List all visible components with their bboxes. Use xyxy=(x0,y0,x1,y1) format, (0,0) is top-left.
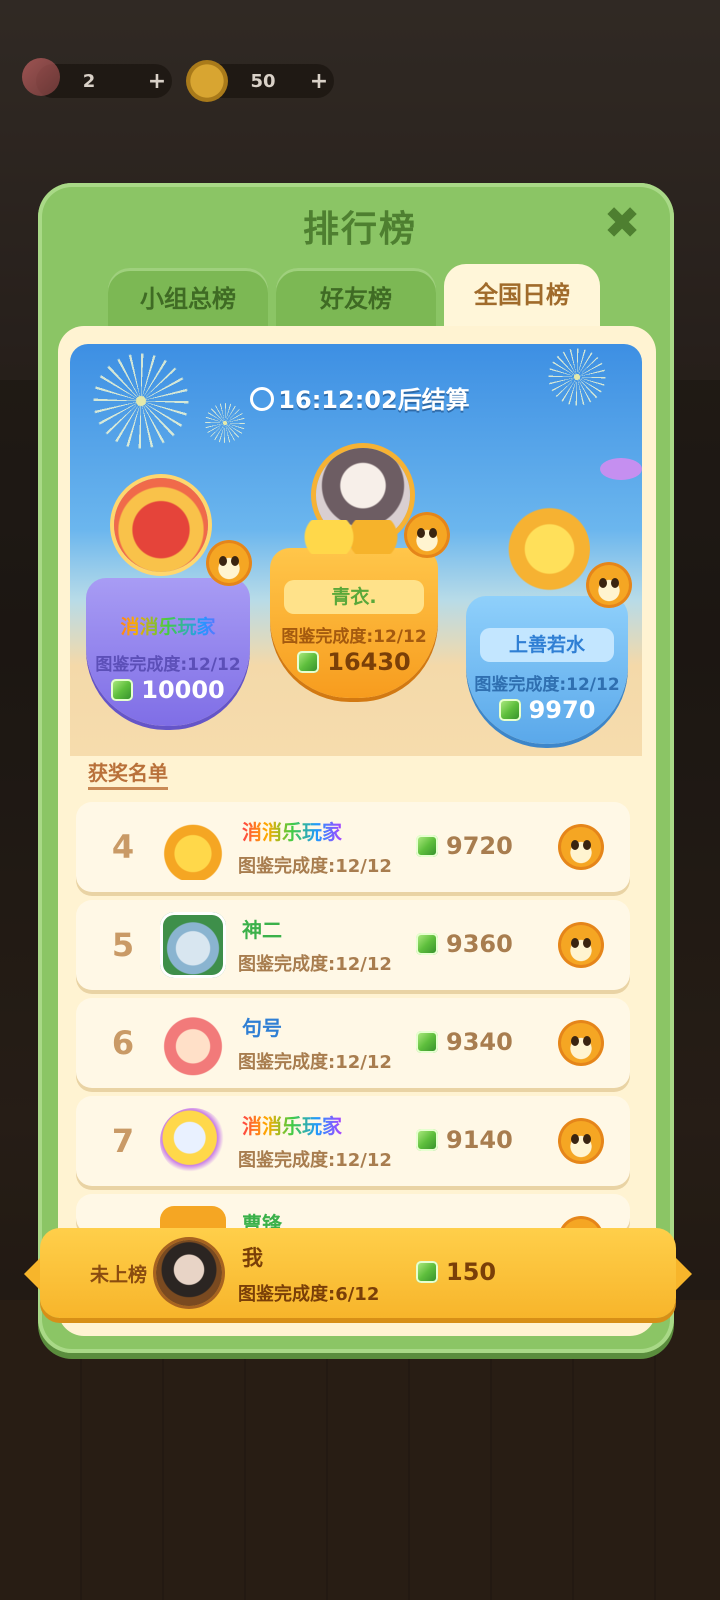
balloon-decoration xyxy=(600,458,642,480)
gem-icon xyxy=(416,1129,438,1151)
row-rank: 5 xyxy=(111,926,135,964)
tiger-badge-icon xyxy=(404,512,450,558)
tab-friends[interactable]: 好友榜 xyxy=(276,268,436,328)
gem-icon xyxy=(416,933,438,955)
my-rank-bar[interactable]: 未上榜 我 图鉴完成度:6/12 150 xyxy=(40,1228,676,1318)
coin-icon xyxy=(186,60,228,102)
podium-first-score-line: 16430 xyxy=(270,648,438,676)
close-icon[interactable]: ✖ xyxy=(600,202,644,246)
rocket-icon xyxy=(22,58,60,96)
gem-icon xyxy=(498,699,521,721)
row-score: 9720 xyxy=(446,832,513,860)
tiger-badge-icon xyxy=(558,922,604,968)
ranking-row[interactable]: 4 消消乐玩家 图鉴完成度:12/12 9720 xyxy=(76,802,630,892)
gem-icon xyxy=(416,1031,438,1053)
podium-third-progress: 图鉴完成度:12/12 xyxy=(474,675,620,695)
row-score: 9340 xyxy=(446,1028,513,1056)
podium-second[interactable]: 消消乐玩家 图鉴完成度:12/12 10000 xyxy=(86,578,250,726)
row-name: 消消乐玩家 xyxy=(242,1110,342,1139)
row-name: 句号 xyxy=(242,1016,282,1040)
tab-national-daily[interactable]: 全国日榜 xyxy=(444,264,600,334)
tiger-badge-icon xyxy=(586,562,632,608)
gem-icon xyxy=(297,651,320,673)
tiger-badge-icon xyxy=(558,1020,604,1066)
row-score-line: 9360 xyxy=(416,930,513,958)
timer-text: 16:12:02后结算 xyxy=(278,386,470,414)
tab-group-total[interactable]: 小组总榜 xyxy=(108,268,268,328)
podium-first[interactable]: 青衣. 图鉴完成度:12/12 16430 xyxy=(270,548,438,698)
podium-first-score: 16430 xyxy=(327,648,411,676)
gem-icon xyxy=(416,1261,438,1283)
my-score-line: 150 xyxy=(416,1258,496,1286)
podium-first-name: 青衣. xyxy=(284,580,424,614)
winners-list-label: 获奖名单 xyxy=(88,757,168,790)
podium-first-progress: 图鉴完成度:12/12 xyxy=(281,627,427,647)
ranking-row[interactable]: 7 消消乐玩家 图鉴完成度:12/12 9140 xyxy=(76,1096,630,1186)
row-name: 神二 xyxy=(242,918,282,942)
row-avatar xyxy=(160,912,226,978)
add-coin-button[interactable]: + xyxy=(304,69,334,94)
tiger-badge-icon xyxy=(558,1118,604,1164)
settlement-timer: 16:12:02后结算 xyxy=(0,380,720,415)
my-avatar xyxy=(156,1240,222,1306)
gold-coins-decoration xyxy=(296,520,406,554)
row-progress: 图鉴完成度:12/12 xyxy=(238,1052,392,1073)
podium-second-name: 消消乐玩家 xyxy=(100,610,236,644)
row-progress: 图鉴完成度:12/12 xyxy=(238,954,392,975)
tiger-badge-icon xyxy=(206,540,252,586)
podium-second-avatar xyxy=(114,478,208,572)
ranking-row[interactable]: 6 句号 图鉴完成度:12/12 9340 xyxy=(76,998,630,1088)
row-rank: 4 xyxy=(111,828,135,866)
row-name: 消消乐玩家 xyxy=(242,816,342,845)
row-score: 9360 xyxy=(446,930,513,958)
tiger-badge-icon xyxy=(558,824,604,870)
row-progress: 图鉴完成度:12/12 xyxy=(238,856,392,877)
row-avatar xyxy=(160,1108,226,1174)
gem-icon xyxy=(111,679,134,701)
row-avatar xyxy=(160,814,226,880)
podium-third-score: 9970 xyxy=(528,696,596,724)
add-ticket-button[interactable]: + xyxy=(142,69,172,94)
podium-third-name: 上善若水 xyxy=(480,628,614,662)
podium-second-score-line: 10000 xyxy=(86,676,250,704)
row-score-line: 9140 xyxy=(416,1126,513,1154)
row-score-line: 9720 xyxy=(416,832,513,860)
my-score: 150 xyxy=(446,1258,497,1286)
podium-third[interactable]: 上善若水 图鉴完成度:12/12 9970 xyxy=(466,596,628,744)
row-score: 9140 xyxy=(446,1126,513,1154)
gem-icon xyxy=(416,835,438,857)
podium-second-progress: 图鉴完成度:12/12 xyxy=(95,655,241,675)
my-name: 我 xyxy=(242,1246,263,1270)
row-rank: 7 xyxy=(111,1122,135,1160)
bar-tip-right xyxy=(676,1258,692,1290)
row-progress: 图鉴完成度:12/12 xyxy=(238,1150,392,1171)
clock-icon xyxy=(250,387,275,411)
podium-third-score-line: 9970 xyxy=(466,696,628,724)
row-rank: 6 xyxy=(111,1024,135,1062)
row-avatar xyxy=(160,1010,226,1076)
my-rank-status: 未上榜 xyxy=(90,1264,148,1286)
my-progress: 图鉴完成度:6/12 xyxy=(238,1284,380,1305)
ranking-row[interactable]: 5 神二 图鉴完成度:12/12 9360 xyxy=(76,900,630,990)
podium-third-avatar xyxy=(500,504,590,594)
podium-second-score: 10000 xyxy=(141,676,225,704)
bar-tip-left xyxy=(24,1258,40,1290)
row-score-line: 9340 xyxy=(416,1028,513,1056)
